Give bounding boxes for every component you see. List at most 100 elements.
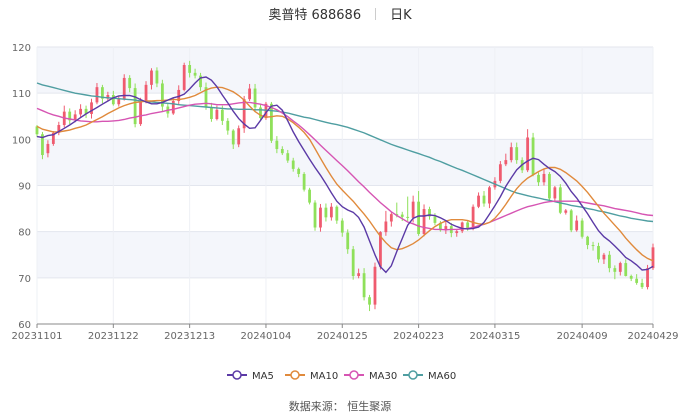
- candle-down: [640, 282, 644, 288]
- candle-up: [455, 231, 459, 234]
- candle-down: [597, 245, 600, 260]
- candle-up: [150, 70, 153, 85]
- y-tick-label: 90: [18, 182, 31, 193]
- legend-item-ma10[interactable]: MA10: [285, 370, 338, 382]
- candle-up: [477, 195, 480, 207]
- candle-down: [368, 297, 371, 305]
- x-tick-label: 20240223: [393, 331, 444, 342]
- candle-down: [613, 268, 617, 272]
- candle-down: [231, 130, 235, 145]
- candlestick-chart: 60 70 80 90 100 110 120 20231101 20231122 202312…: [12, 43, 679, 382]
- candle-down: [155, 70, 159, 84]
- candle-down: [308, 189, 311, 203]
- candle-down: [558, 187, 562, 213]
- candle-down: [253, 88, 257, 108]
- x-tick-label: 20240315: [469, 331, 520, 342]
- candle-up: [357, 273, 361, 276]
- candle-up: [215, 109, 219, 120]
- candle-up: [117, 99, 121, 105]
- candle-down: [586, 236, 589, 246]
- legend-marker-ma60: [408, 370, 418, 380]
- candle-down: [210, 107, 213, 120]
- y-tick-label: 60: [18, 320, 31, 331]
- candle-down: [324, 207, 328, 218]
- x-axis: 20231101 20231122 20231213 20240104 20240125…: [12, 323, 679, 342]
- x-tick-label: 20240409: [557, 331, 608, 342]
- y-tick-label: 100: [12, 135, 31, 146]
- legend-item-ma5[interactable]: MA5: [227, 370, 274, 382]
- legend-marker-ma5: [232, 370, 242, 380]
- candle-down: [624, 263, 628, 276]
- y-tick-label: 80: [18, 228, 31, 239]
- y-tick-label: 120: [12, 43, 31, 54]
- candle-up: [602, 254, 606, 260]
- candle-down: [133, 88, 137, 125]
- x-tick-label: 20240429: [628, 331, 679, 342]
- candle-down: [515, 147, 519, 161]
- candle-down: [226, 120, 230, 131]
- candle-up: [526, 137, 530, 171]
- candle-up: [139, 101, 142, 125]
- candle-down: [220, 109, 224, 121]
- candle-down: [128, 77, 132, 89]
- candle-down: [302, 173, 306, 190]
- plot-band: [37, 139, 653, 186]
- legend-marker-ma30: [349, 370, 359, 380]
- candle-down: [591, 245, 595, 247]
- candle-down: [482, 195, 486, 204]
- candle-up: [90, 102, 93, 114]
- candle-down: [351, 249, 355, 276]
- candle-down: [270, 103, 273, 141]
- x-tick-label: 20231213: [164, 331, 215, 342]
- candle-down: [531, 137, 535, 175]
- candle-down: [286, 153, 290, 161]
- candle-down: [362, 273, 366, 298]
- candle-up: [144, 84, 148, 102]
- legend-label-ma60: MA60: [428, 371, 456, 382]
- candle-down: [548, 173, 551, 199]
- x-tick-label: 20240104: [241, 331, 292, 342]
- data-source-note: 数据来源： 恒生聚源: [288, 400, 392, 413]
- candle-down: [188, 65, 192, 73]
- legend[interactable]: MA5 MA10 MA30 MA60: [227, 370, 456, 382]
- candle-down: [433, 216, 437, 223]
- x-tick-label: 20231122: [88, 331, 139, 342]
- candle-up: [509, 147, 513, 161]
- legend-label-ma30: MA30: [369, 371, 397, 382]
- legend-marker-ma10: [290, 370, 300, 380]
- legend-item-ma30[interactable]: MA30: [344, 370, 397, 382]
- y-axis: 60 70 80 90 100 110 120: [12, 43, 31, 331]
- candle-down: [259, 107, 262, 119]
- plot-band: [37, 231, 653, 278]
- legend-label-ma5: MA5: [252, 371, 274, 382]
- candle-down: [297, 168, 301, 174]
- candle-up: [542, 173, 546, 183]
- y-tick-label: 110: [12, 89, 31, 100]
- x-tick-label: 20240125: [317, 331, 368, 342]
- candle-up: [411, 201, 415, 218]
- candle-up: [618, 263, 622, 272]
- candle-up: [488, 187, 491, 204]
- candle-up: [248, 88, 252, 100]
- candle-down: [629, 275, 633, 279]
- candle-up: [553, 187, 557, 199]
- candle-down: [340, 220, 344, 233]
- candle-down: [193, 72, 197, 76]
- candle-up: [182, 65, 186, 90]
- candle-up: [646, 268, 649, 288]
- candle-down: [417, 201, 420, 234]
- candle-up: [237, 128, 241, 145]
- candle-up: [329, 206, 333, 218]
- candle-up: [79, 108, 83, 115]
- candle-up: [384, 221, 388, 233]
- legend-item-ma60[interactable]: MA60: [403, 370, 456, 382]
- candle-up: [504, 160, 508, 165]
- candle-down: [291, 160, 295, 169]
- candle-down: [635, 278, 639, 283]
- candle-up: [389, 214, 393, 222]
- candle-up: [95, 87, 99, 103]
- candle-up: [46, 143, 50, 154]
- candle-down: [607, 254, 611, 269]
- candle-up: [471, 206, 475, 229]
- candle-down: [275, 140, 279, 150]
